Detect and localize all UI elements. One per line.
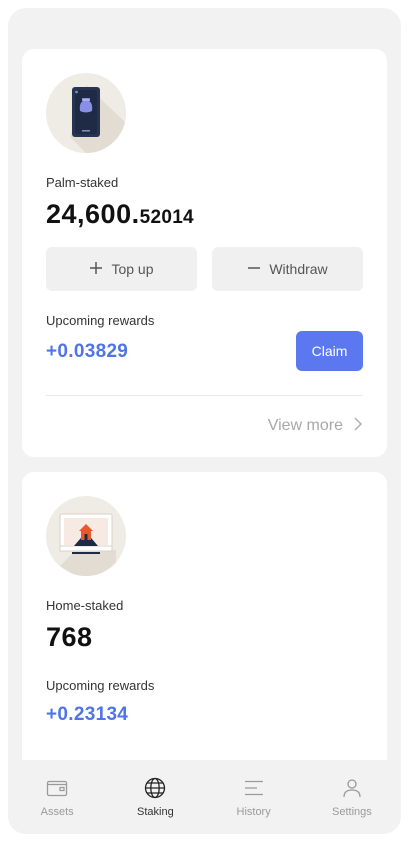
palm-amount-integer: 24,600. bbox=[46, 199, 140, 229]
palm-rewards-label: Upcoming rewards bbox=[46, 313, 155, 328]
chevron-right-icon bbox=[353, 415, 363, 436]
home-staked-label: Home-staked bbox=[46, 598, 124, 613]
palm-stake-card: Palm-staked 24,600.52014 Top up Withdraw… bbox=[22, 49, 387, 457]
palm-staked-amount: 24,600.52014 bbox=[46, 199, 194, 230]
tab-staking-label: Staking bbox=[137, 806, 174, 818]
tab-staking[interactable]: Staking bbox=[106, 760, 204, 834]
view-more-link[interactable]: View more bbox=[268, 415, 363, 436]
history-lines-icon bbox=[244, 780, 263, 796]
palm-rewards-value: +0.03829 bbox=[46, 341, 129, 362]
withdraw-label: Withdraw bbox=[269, 261, 328, 277]
home-rewards-label: Upcoming rewards bbox=[46, 678, 155, 693]
tab-history[interactable]: History bbox=[205, 760, 303, 834]
app-screen: Palm-staked 24,600.52014 Top up Withdraw… bbox=[8, 8, 401, 834]
home-monitor-icon bbox=[46, 496, 126, 576]
plus-icon bbox=[89, 260, 103, 278]
divider bbox=[46, 395, 363, 396]
home-stake-card: Home-staked 768 Upcoming rewards +0.2313… bbox=[22, 472, 387, 792]
withdraw-button[interactable]: Withdraw bbox=[212, 247, 363, 291]
palm-amount-fraction: 52014 bbox=[139, 207, 194, 228]
claim-button[interactable]: Claim bbox=[296, 331, 363, 371]
top-up-button[interactable]: Top up bbox=[46, 247, 197, 291]
view-more-label: View more bbox=[267, 416, 343, 434]
minus-icon bbox=[247, 260, 261, 278]
tab-settings-label: Settings bbox=[332, 806, 372, 818]
tab-assets-label: Assets bbox=[40, 806, 74, 818]
tab-assets[interactable]: Assets bbox=[8, 760, 106, 834]
palm-scanner-icon bbox=[46, 73, 126, 153]
person-icon bbox=[343, 779, 361, 798]
palm-staked-label: Palm-staked bbox=[46, 175, 119, 190]
bottom-tab-bar: Assets Staking History Settings bbox=[8, 760, 401, 834]
wallet-icon bbox=[46, 780, 68, 797]
globe-icon bbox=[145, 777, 166, 799]
tab-settings[interactable]: Settings bbox=[303, 760, 401, 834]
top-up-label: Top up bbox=[111, 261, 154, 277]
home-staked-amount: 768 bbox=[46, 622, 93, 652]
tab-history-label: History bbox=[236, 806, 271, 818]
home-rewards-value: +0.23134 bbox=[46, 704, 129, 725]
